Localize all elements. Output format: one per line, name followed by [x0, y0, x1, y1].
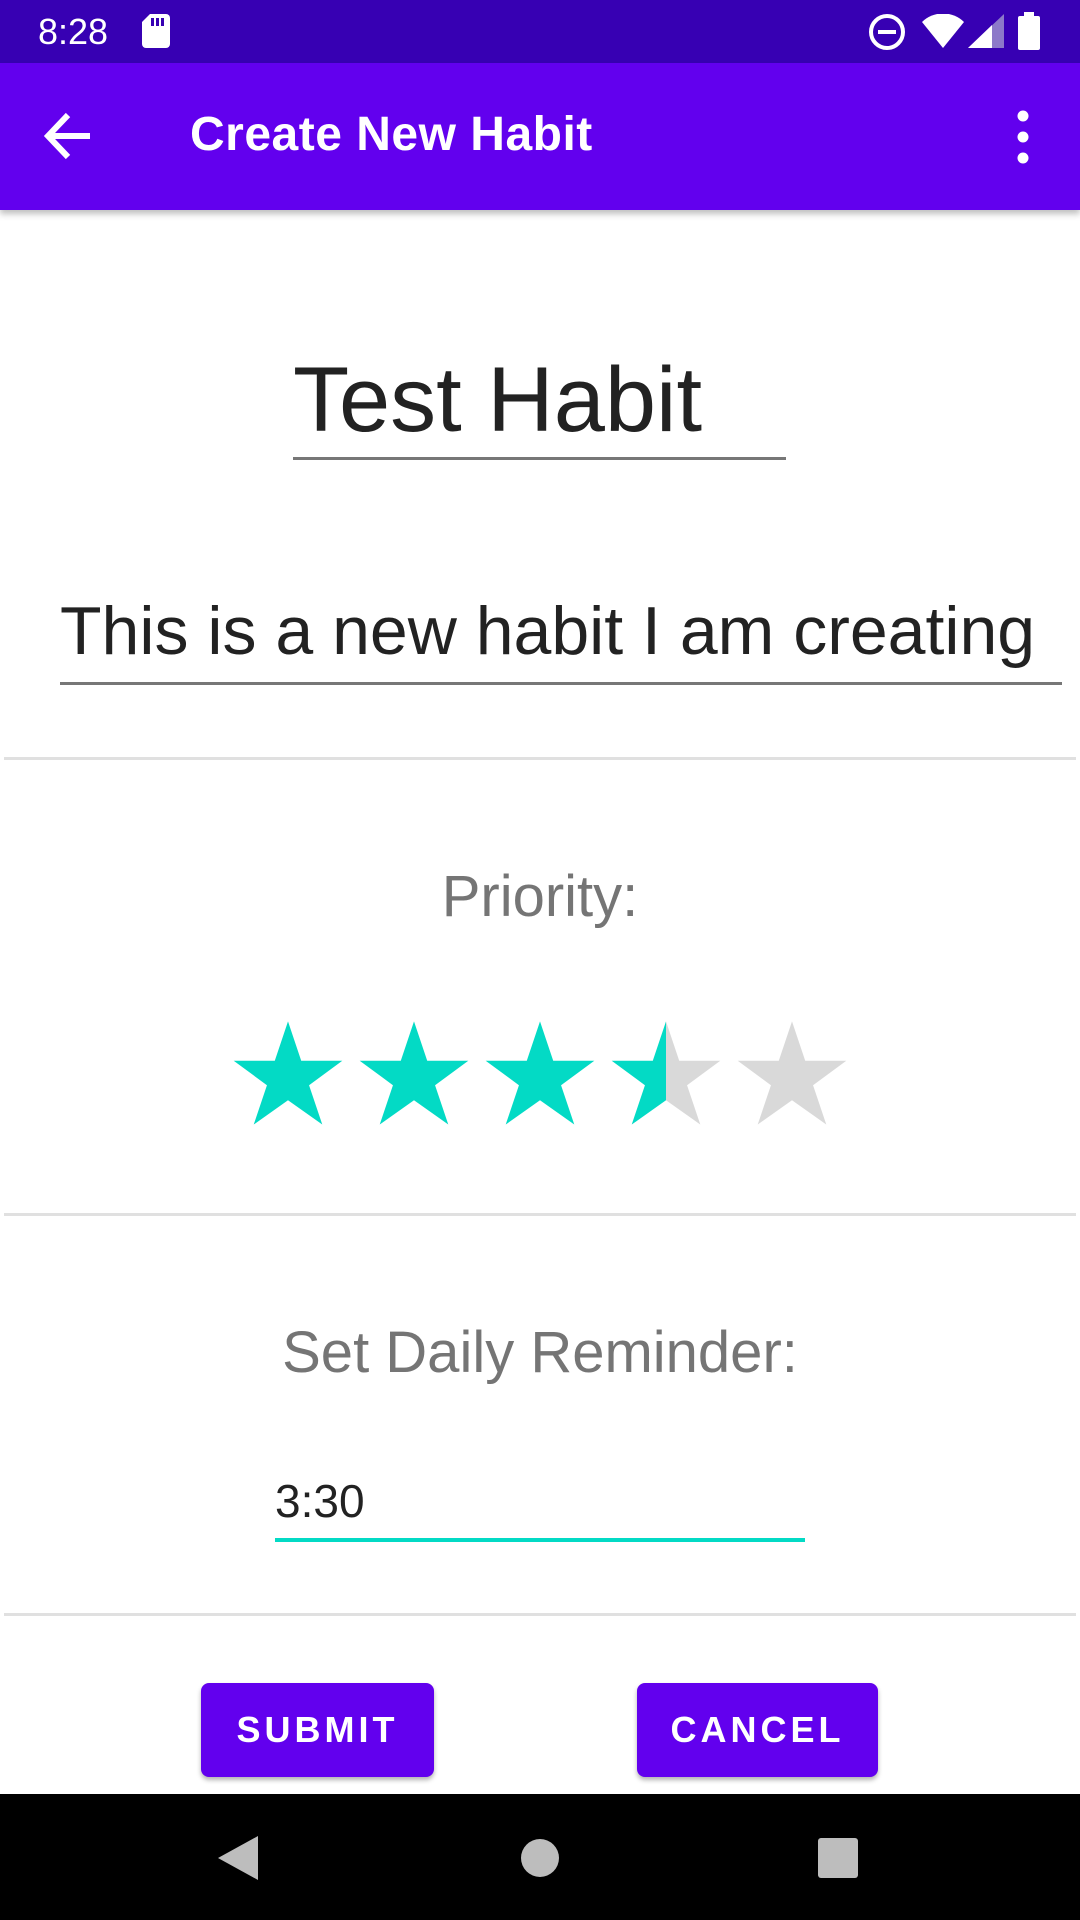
more-vert-icon[interactable] — [1008, 109, 1038, 169]
battery-icon — [1018, 12, 1040, 54]
habit-name-value: Test Habit — [293, 349, 703, 451]
star-icon[interactable] — [358, 1018, 470, 1130]
habit-description-input[interactable]: This is a new habit I am creating — [60, 585, 1062, 685]
nav-back-icon[interactable] — [216, 1834, 260, 1886]
priority-rating-bar[interactable] — [232, 1018, 848, 1130]
reminder-time-input[interactable]: 3:30 — [275, 1470, 805, 1542]
divider — [4, 1613, 1076, 1616]
divider — [4, 1213, 1076, 1216]
habit-name-input[interactable]: Test Habit — [293, 340, 786, 460]
status-bar: 8:28 — [0, 0, 1080, 63]
habit-description-value: This is a new habit I am creating — [60, 593, 1036, 669]
sd-card-icon — [142, 14, 170, 52]
reminder-label: Set Daily Reminder: — [282, 1320, 798, 1385]
status-time: 8:28 — [38, 11, 109, 52]
app-bar: Create New Habit — [0, 63, 1080, 210]
do-not-disturb-icon — [867, 12, 907, 56]
nav-recents-icon[interactable] — [816, 1836, 860, 1884]
cancel-button[interactable]: CANCEL — [637, 1683, 878, 1777]
arrow-back-icon[interactable] — [43, 111, 94, 165]
system-nav-bar — [0, 1794, 1080, 1920]
star-icon[interactable] — [232, 1018, 344, 1130]
star-icon[interactable] — [484, 1018, 596, 1130]
submit-button[interactable]: SUBMIT — [201, 1683, 434, 1777]
divider — [4, 757, 1076, 760]
star-icon[interactable] — [736, 1018, 848, 1130]
page-title: Create New Habit — [190, 108, 593, 161]
reminder-time-value: 3:30 — [275, 1475, 365, 1527]
wifi-icon — [922, 13, 964, 52]
priority-label: Priority: — [441, 864, 639, 929]
cell-signal-icon — [968, 14, 1004, 52]
nav-home-icon[interactable] — [520, 1838, 560, 1882]
star-icon[interactable] — [610, 1018, 722, 1130]
